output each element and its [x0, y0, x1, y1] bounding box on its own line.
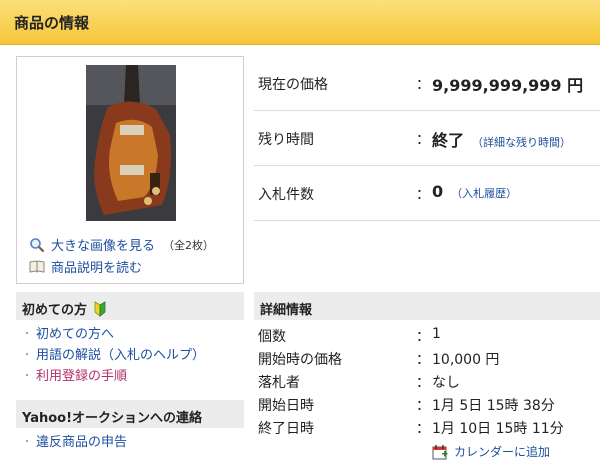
detail-row-start-price: 開始時の価格 ： 10,000 円	[258, 347, 598, 370]
separator: ：	[416, 77, 430, 93]
bid-count-row: 入札件数 ： 0 （入札履歴）	[254, 166, 600, 221]
calendar-link-row: カレンダーに追加	[432, 443, 550, 460]
detail-row-end-time: 終了日時 ： 1月 10日 15時 11分	[258, 416, 598, 439]
image-count: （全2枚）	[163, 238, 215, 252]
separator: ：	[416, 421, 430, 437]
product-image-panel: 大きな画像を見る （全2枚） 商品説明を読む	[16, 56, 244, 284]
separator: ：	[416, 375, 430, 391]
detail-value: 1	[432, 326, 441, 342]
beginners-guide-link[interactable]: 初めての方へ	[36, 324, 114, 345]
large-image-link-row: 大きな画像を見る （全2枚）	[29, 235, 214, 254]
list-item: ・利用登録の手順	[22, 366, 205, 387]
add-to-calendar-link[interactable]: カレンダーに追加	[454, 443, 550, 460]
list-item: ・用語の解説（入札のヘルプ）	[22, 345, 205, 366]
detail-label: 開始日時	[258, 398, 314, 414]
bid-count-label: 入札件数	[258, 187, 314, 203]
detail-label: 終了日時	[258, 421, 314, 437]
details-table: 個数 ： 1 開始時の価格 ： 10,000 円 落札者 ： なし 開始日時 ：…	[258, 324, 598, 439]
description-link[interactable]: 商品説明を読む	[51, 257, 142, 276]
price-table: 現在の価格 ： 9,999,999,999 円 残り時間 ： 終了 （詳細な残り時…	[254, 56, 600, 221]
separator: ：	[416, 352, 430, 368]
detail-label: 開始時の価格	[258, 352, 342, 368]
remaining-time-row: 残り時間 ： 終了 （詳細な残り時間）	[254, 111, 600, 166]
report-violation-link[interactable]: 違反商品の申告	[36, 432, 127, 453]
detail-row-quantity: 個数 ： 1	[258, 324, 598, 347]
separator: ：	[416, 187, 430, 203]
calendar-icon	[432, 444, 448, 460]
detail-label: 落札者	[258, 375, 300, 391]
bid-history-link[interactable]: （入札履歴）	[451, 187, 517, 200]
contact-header: Yahoo!オークションへの連絡	[16, 400, 244, 428]
detailed-remaining-time-link[interactable]: （詳細な残り時間）	[472, 136, 571, 149]
product-thumbnail[interactable]	[86, 65, 176, 221]
current-price-value: 9,999,999,999 円	[432, 76, 584, 95]
list-item: ・違反商品の申告	[22, 432, 127, 453]
current-price-row: 現在の価格 ： 9,999,999,999 円	[254, 56, 600, 111]
bullet-icon: ・	[22, 350, 32, 361]
book-icon	[29, 259, 45, 275]
detail-value: なし	[432, 375, 460, 391]
registration-steps-link[interactable]: 利用登録の手順	[36, 366, 127, 387]
detail-value: 10,000 円	[432, 352, 500, 368]
separator: ：	[416, 398, 430, 414]
description-link-row: 商品説明を読む	[29, 257, 142, 276]
separator: ：	[416, 329, 430, 345]
current-price-label: 現在の価格	[258, 77, 328, 93]
status-text: 終了	[432, 131, 465, 150]
bullet-icon: ・	[22, 437, 32, 448]
detail-row-start-time: 開始日時 ： 1月 5日 15時 38分	[258, 393, 598, 416]
separator: ：	[416, 132, 430, 148]
detail-label: 個数	[258, 329, 286, 345]
glossary-link[interactable]: 用語の解説（入札のヘルプ）	[36, 345, 205, 366]
beginner-mark-icon	[94, 300, 106, 321]
list-item: ・初めての方へ	[22, 324, 205, 345]
bullet-icon: ・	[22, 329, 32, 340]
details-header: 詳細情報	[254, 292, 600, 320]
beginners-title: 初めての方	[22, 303, 88, 318]
magnifier-icon	[29, 237, 45, 253]
bullet-icon: ・	[22, 371, 32, 382]
large-image-link[interactable]: 大きな画像を見る	[51, 235, 155, 254]
contact-title: Yahoo!オークションへの連絡	[22, 411, 203, 426]
beginners-header: 初めての方	[16, 292, 244, 320]
detail-value: 1月 5日 15時 38分	[432, 398, 555, 414]
section-title: 商品の情報	[14, 14, 90, 32]
bid-count-number: 0	[432, 182, 444, 201]
detail-value: 1月 10日 15時 11分	[432, 421, 564, 437]
beginners-list: ・初めての方へ ・用語の解説（入札のヘルプ） ・利用登録の手順	[22, 324, 205, 387]
remaining-time-value: 終了 （詳細な残り時間）	[432, 127, 571, 151]
section-header: 商品の情報	[0, 0, 600, 45]
remaining-time-label: 残り時間	[258, 132, 314, 148]
details-title: 詳細情報	[260, 303, 313, 318]
bid-count-value: 0 （入札履歴）	[432, 182, 517, 201]
contact-list: ・違反商品の申告	[22, 432, 127, 453]
detail-row-winner: 落札者 ： なし	[258, 370, 598, 393]
